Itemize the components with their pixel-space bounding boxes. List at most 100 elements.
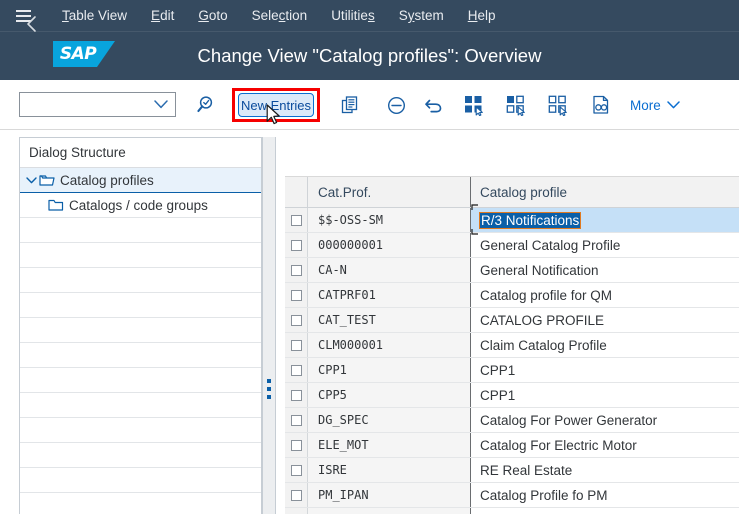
- row-checkbox-cell[interactable]: [285, 483, 308, 507]
- undo-arrow-icon[interactable]: [420, 92, 446, 118]
- row-checkbox[interactable]: [290, 464, 302, 476]
- row-checkbox-cell[interactable]: [285, 233, 308, 257]
- row-checkbox[interactable]: [290, 439, 302, 451]
- copy-as-icon[interactable]: [337, 92, 363, 118]
- row-checkbox-cell[interactable]: [285, 433, 308, 457]
- row-checkbox-cell[interactable]: [285, 258, 308, 282]
- row-checkbox[interactable]: [290, 264, 302, 276]
- cell-catalog-profile[interactable]: Claim Catalog Profile: [471, 333, 739, 357]
- cell-catalog-profile[interactable]: CATALOG PROFILE: [471, 308, 739, 332]
- display-details-icon[interactable]: [588, 92, 614, 118]
- row-checkbox-cell[interactable]: [285, 208, 308, 232]
- table-row[interactable]: 000000001 General Catalog Profile: [285, 233, 739, 258]
- cell-catalog-profile[interactable]: General Notification: [471, 258, 739, 282]
- menu-bar: Table View Edit Goto Selection Utilities…: [0, 0, 739, 31]
- table-row[interactable]: ELE_MOT Catalog For Electric Motor: [285, 433, 739, 458]
- tree-empty-row: [20, 243, 261, 268]
- cell-cat-prof[interactable]: CLM000001: [308, 333, 471, 357]
- search-check-icon[interactable]: [192, 92, 218, 118]
- table-row[interactable]: CPP1 CPP1: [285, 358, 739, 383]
- cell-cat-prof[interactable]: CA-N: [308, 258, 471, 282]
- panel-splitter[interactable]: [262, 137, 276, 514]
- more-button[interactable]: More: [630, 93, 680, 117]
- cell-catalog-profile[interactable]: Catalog Profile fo PM: [471, 483, 739, 507]
- cell-cat-prof[interactable]: ELE_MOT: [308, 433, 471, 457]
- table-header-cat-prof[interactable]: Cat.Prof.: [308, 177, 471, 207]
- table-row[interactable]: PM_IPAN Catalog Profile fo PM: [285, 483, 739, 508]
- tree-item-catalogs-code-groups[interactable]: Catalogs / code groups: [20, 193, 261, 218]
- tree-empty-row: [20, 318, 261, 343]
- tree-empty-row: [20, 293, 261, 318]
- row-checkbox[interactable]: [290, 339, 302, 351]
- table-row[interactable]: CA-N General Notification: [285, 258, 739, 283]
- menu-item-edit[interactable]: Edit: [139, 0, 186, 31]
- search-input[interactable]: [19, 92, 176, 117]
- menu-item-selection[interactable]: Selection: [240, 0, 320, 31]
- table-row[interactable]: DG_SPEC Catalog For Power Generator: [285, 408, 739, 433]
- menu-item-table-view[interactable]: Table View: [50, 0, 139, 31]
- more-button-label: More: [630, 97, 661, 113]
- cell-catalog-profile[interactable]: [471, 508, 739, 514]
- row-checkbox[interactable]: [290, 239, 302, 251]
- row-checkbox-cell[interactable]: [285, 283, 308, 307]
- table-row[interactable]: CLM000001 Claim Catalog Profile: [285, 333, 739, 358]
- table-row[interactable]: CATPRF01 Catalog profile for QM: [285, 283, 739, 308]
- row-checkbox[interactable]: [290, 489, 302, 501]
- menu-item-help[interactable]: Help: [456, 0, 508, 31]
- cell-catalog-profile[interactable]: Catalog profile for QM: [471, 283, 739, 307]
- tree-empty-row: [20, 418, 261, 443]
- cell-catalog-profile[interactable]: Catalog For Electric Motor: [471, 433, 739, 457]
- cell-catalog-profile[interactable]: CPP1: [471, 383, 739, 407]
- row-checkbox-cell[interactable]: [285, 333, 308, 357]
- chevron-down-icon: [667, 101, 680, 109]
- cell-cat-prof[interactable]: CATPRF01: [308, 283, 471, 307]
- cell-cat-prof[interactable]: PM_IPAN: [308, 483, 471, 507]
- menu-item-system[interactable]: System: [387, 0, 456, 31]
- new-entries-button[interactable]: New Entries: [238, 93, 314, 117]
- back-chevron-icon[interactable]: [21, 13, 43, 35]
- row-checkbox[interactable]: [290, 364, 302, 376]
- row-checkbox-cell[interactable]: [285, 383, 308, 407]
- cell-catalog-profile[interactable]: General Catalog Profile: [471, 233, 739, 257]
- row-checkbox-cell[interactable]: [285, 458, 308, 482]
- table-row[interactable]: [285, 508, 739, 514]
- table-row[interactable]: $$-OSS-SM R/3 Notifications: [285, 204, 739, 235]
- cell-cat-prof[interactable]: [308, 508, 471, 514]
- row-checkbox[interactable]: [290, 289, 302, 301]
- menu-item-utilities[interactable]: Utilities: [319, 0, 387, 31]
- table-row[interactable]: ISRE RE Real Estate: [285, 458, 739, 483]
- cell-catalog-profile[interactable]: RE Real Estate: [471, 458, 739, 482]
- cell-cat-prof[interactable]: DG_SPEC: [308, 408, 471, 432]
- select-block-icon[interactable]: [503, 92, 529, 118]
- cell-cat-prof[interactable]: CPP5: [308, 383, 471, 407]
- row-checkbox-cell[interactable]: [285, 408, 308, 432]
- splitter-grip-icon[interactable]: [267, 379, 271, 399]
- select-all-icon[interactable]: [461, 92, 487, 118]
- cell-catalog-profile[interactable]: Catalog For Power Generator: [471, 408, 739, 432]
- row-checkbox[interactable]: [290, 314, 302, 326]
- table-header-row: Cat.Prof. Catalog profile: [285, 176, 739, 208]
- tree-item-catalog-profiles[interactable]: Catalog profiles: [20, 168, 261, 193]
- row-checkbox[interactable]: [290, 214, 302, 226]
- table-row[interactable]: CAT_TEST CATALOG PROFILE: [285, 308, 739, 333]
- chevron-down-icon: [154, 100, 168, 109]
- row-checkbox-cell[interactable]: [285, 308, 308, 332]
- cell-cat-prof[interactable]: CAT_TEST: [308, 308, 471, 332]
- row-checkbox-cell[interactable]: [285, 508, 308, 514]
- chevron-down-icon[interactable]: [26, 176, 39, 184]
- cell-cat-prof[interactable]: 000000001: [308, 233, 471, 257]
- dialog-structure-header: Dialog Structure: [20, 138, 261, 168]
- cell-catalog-profile[interactable]: R/3 Notifications: [471, 204, 739, 235]
- cell-cat-prof[interactable]: CPP1: [308, 358, 471, 382]
- delete-minus-circle-icon[interactable]: [383, 92, 409, 118]
- table-header-catalog-profile[interactable]: Catalog profile: [471, 177, 739, 207]
- table-row[interactable]: CPP5 CPP1: [285, 383, 739, 408]
- row-checkbox[interactable]: [290, 414, 302, 426]
- row-checkbox[interactable]: [290, 389, 302, 401]
- cell-cat-prof[interactable]: ISRE: [308, 458, 471, 482]
- menu-item-goto[interactable]: Goto: [186, 0, 239, 31]
- deselect-all-icon[interactable]: [545, 92, 571, 118]
- cell-cat-prof[interactable]: $$-OSS-SM: [308, 208, 471, 232]
- row-checkbox-cell[interactable]: [285, 358, 308, 382]
- cell-catalog-profile[interactable]: CPP1: [471, 358, 739, 382]
